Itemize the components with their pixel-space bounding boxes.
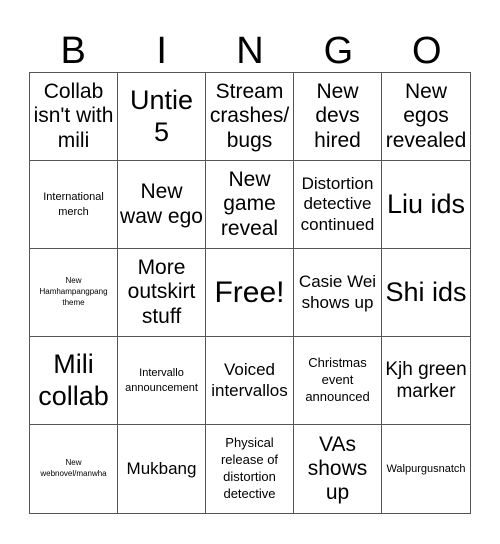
bingo-cell[interactable]: Kjh green marker xyxy=(382,337,470,425)
bingo-cell[interactable]: Stream crashes/ bugs xyxy=(206,73,294,161)
bingo-cell[interactable]: New devs hired xyxy=(294,73,382,161)
bingo-cell[interactable]: Mili collab xyxy=(30,337,118,425)
bingo-cell[interactable]: More outskirt stuff xyxy=(118,249,206,337)
bingo-cell[interactable]: Mukbang xyxy=(118,425,206,513)
header-letter-b: B xyxy=(60,30,86,72)
bingo-cell[interactable]: New waw ego xyxy=(118,161,206,249)
bingo-cell[interactable]: New egos revealed xyxy=(382,73,470,161)
bingo-cell-free[interactable]: Free! xyxy=(206,249,294,337)
bingo-cell[interactable]: VAs shows up xyxy=(294,425,382,513)
bingo-cell[interactable]: Walpurgusnatch xyxy=(382,425,470,513)
bingo-cell[interactable]: Voiced intervallos xyxy=(206,337,294,425)
bingo-cell[interactable]: Intervallo announcement xyxy=(118,337,206,425)
bingo-cell[interactable]: Distortion detective continued xyxy=(294,161,382,249)
bingo-header: B I N G O xyxy=(29,28,471,74)
bingo-cell[interactable]: New Hamhampangpang theme xyxy=(30,249,118,337)
bingo-cell[interactable]: International merch xyxy=(30,161,118,249)
bingo-card-grid: Collab isn't with mili Untie 5 Stream cr… xyxy=(29,72,471,514)
bingo-cell[interactable]: Shi ids xyxy=(382,249,470,337)
header-letter-g: G xyxy=(323,30,354,72)
bingo-cell[interactable]: Physical release of distortion detective xyxy=(206,425,294,513)
bingo-cell[interactable]: New webnovel/manwha xyxy=(30,425,118,513)
header-letter-o: O xyxy=(412,30,442,72)
bingo-cell[interactable]: Collab isn't with mili xyxy=(30,73,118,161)
bingo-cell[interactable]: New game reveal xyxy=(206,161,294,249)
bingo-cell[interactable]: Casie Wei shows up xyxy=(294,249,382,337)
header-letter-i: I xyxy=(156,30,167,72)
bingo-cell[interactable]: Untie 5 xyxy=(118,73,206,161)
header-letter-n: N xyxy=(236,30,264,72)
bingo-cell[interactable]: Liu ids xyxy=(382,161,470,249)
bingo-cell[interactable]: Christmas event announced xyxy=(294,337,382,425)
